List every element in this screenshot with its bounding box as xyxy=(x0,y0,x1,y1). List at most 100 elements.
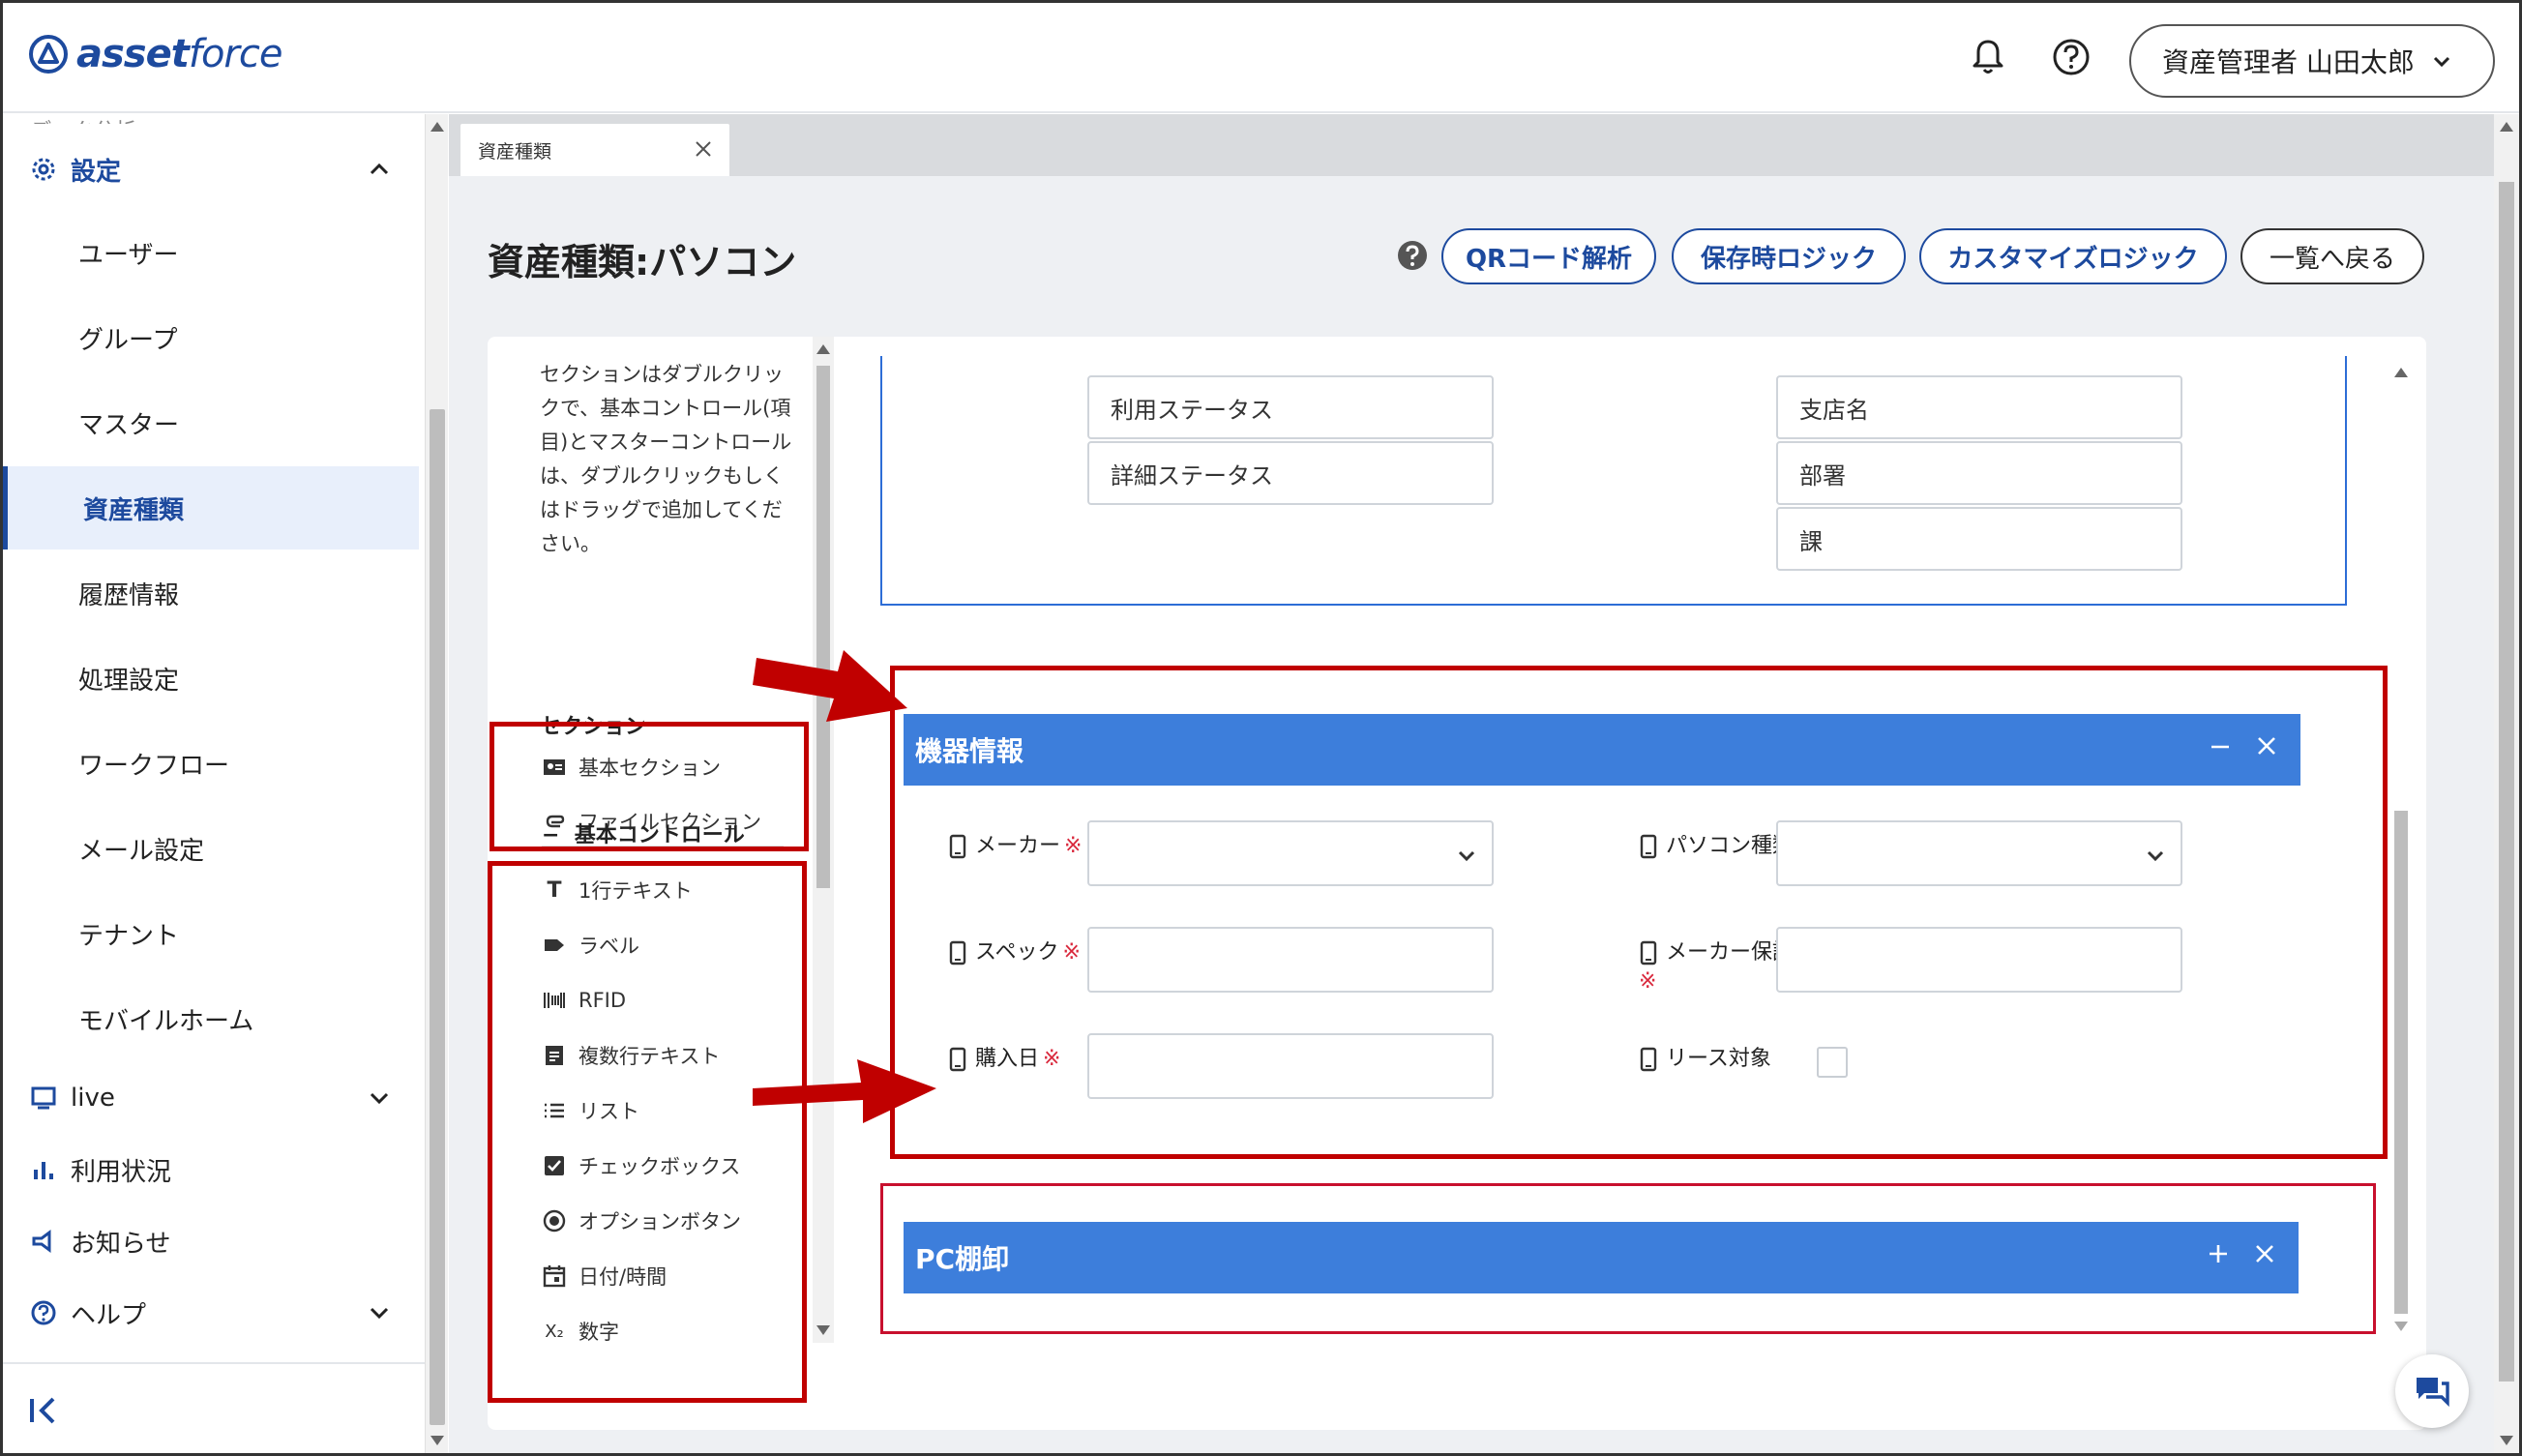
sidebar-label: ヘルプ xyxy=(71,1300,147,1330)
sidebar-scrollbar[interactable] xyxy=(425,114,448,1453)
mobile-icon xyxy=(1640,940,1657,966)
section-header-device[interactable]: 機器情報 xyxy=(904,714,2300,786)
question-icon[interactable] xyxy=(1397,240,1428,271)
sidebar-label-settings: 設定 xyxy=(71,157,122,187)
field-label: 購入日 xyxy=(975,1047,1040,1071)
sidebar-item-data-analysis[interactable]: データ分析 xyxy=(30,114,136,124)
user-menu-button[interactable]: 資産管理者 山田太郎 xyxy=(2129,24,2495,98)
chat-support-button[interactable] xyxy=(2395,1354,2469,1428)
palette-scrollbar[interactable] xyxy=(813,337,834,1343)
chevron-down-icon xyxy=(2147,850,2164,862)
field-department[interactable]: 部署 xyxy=(1776,441,2182,505)
tab-asset-types[interactable]: 資産種類 xyxy=(460,124,729,176)
input-purchase-date[interactable] xyxy=(1087,1033,1494,1099)
asset-force-logo[interactable]: assetforce xyxy=(28,32,282,76)
select-pc-type[interactable] xyxy=(1776,820,2182,886)
scrollbar-thumb[interactable] xyxy=(2394,811,2408,1314)
section-header-pc-inventory[interactable]: PC棚卸 xyxy=(904,1222,2299,1293)
expand-plus-icon[interactable] xyxy=(2204,1239,2233,1268)
mobile-icon xyxy=(949,1047,966,1072)
scroll-down-arrow[interactable] xyxy=(2394,1322,2408,1331)
sidebar-label: ユーザー xyxy=(78,240,179,270)
label-maker: メーカー ※ xyxy=(948,832,1082,861)
sidebar-item-mobile-home[interactable]: モバイルホーム xyxy=(3,977,419,1060)
section-title: 機器情報 xyxy=(915,735,1024,767)
app-header: assetforce 資産管理者 山田太郎 xyxy=(3,3,2519,113)
mobile-icon xyxy=(949,940,966,966)
sidebar-label: 資産種類 xyxy=(83,495,185,525)
scroll-down-arrow[interactable] xyxy=(2500,1436,2513,1445)
scrollbar-thumb[interactable] xyxy=(816,366,830,888)
sidebar-item-asset-types[interactable]: 資産種類 xyxy=(3,466,419,550)
required-mark: ※ xyxy=(1064,834,1083,858)
input-warranty[interactable] xyxy=(1776,927,2182,993)
sidebar-item-settings[interactable]: 設定 xyxy=(3,128,419,211)
page-scrollbar[interactable] xyxy=(2494,114,2519,1453)
scroll-up-arrow[interactable] xyxy=(816,344,830,354)
sidebar-label: ワークフロー xyxy=(78,751,230,781)
control-palette: セクションはダブルクリックで、基本コントロール(項目)とマスターコントロールは、… xyxy=(488,337,846,1430)
tab-bar: 資産種類 xyxy=(449,114,2494,176)
sidebar-item-usage[interactable]: 利用状況 xyxy=(3,1134,419,1205)
label-lease: リース対象 xyxy=(1639,1045,1771,1074)
required-mark: ※ xyxy=(1043,1047,1061,1071)
required-mark: ※ xyxy=(1062,940,1081,965)
sidebar-item-groups[interactable]: グループ xyxy=(3,296,419,379)
sidebar-label: メール設定 xyxy=(78,836,205,866)
close-icon[interactable] xyxy=(2252,731,2281,760)
scroll-up-arrow[interactable] xyxy=(2394,368,2408,377)
canvas-scrollbar[interactable] xyxy=(2390,366,2412,1333)
sidebar-item-processing[interactable]: 処理設定 xyxy=(3,637,419,720)
user-name: 資産管理者 山田太郎 xyxy=(2162,46,2415,78)
gear-icon xyxy=(32,158,55,181)
scroll-up-arrow[interactable] xyxy=(430,122,444,132)
scroll-down-arrow[interactable] xyxy=(430,1436,444,1445)
qr-analysis-button[interactable]: QRコード解析 xyxy=(1441,228,1656,284)
minimize-icon[interactable] xyxy=(2206,731,2235,760)
chevron-down-icon xyxy=(370,1092,389,1105)
bar-chart-icon xyxy=(34,1162,53,1179)
layout-canvas: 利用ステータス 詳細ステータス 支店名 部署 課 機器情報 メーカー ※ パソコ… xyxy=(846,337,2426,1430)
scroll-up-arrow[interactable] xyxy=(2500,122,2513,132)
help-circle-icon[interactable] xyxy=(2052,38,2091,76)
chevron-down-icon xyxy=(370,1307,389,1320)
notification-bell-icon[interactable] xyxy=(1967,36,2009,78)
chevron-down-icon xyxy=(1458,850,1475,862)
checkbox-lease[interactable] xyxy=(1817,1047,1848,1078)
sidebar-item-workflow[interactable]: ワークフロー xyxy=(3,722,419,805)
sidebar-label: 利用状況 xyxy=(71,1157,172,1187)
sidebar-item-users[interactable]: ユーザー xyxy=(3,211,419,294)
scrollbar-thumb[interactable] xyxy=(430,409,445,1425)
sidebar-item-master[interactable]: マスター xyxy=(3,381,419,464)
input-spec[interactable] xyxy=(1087,927,1494,993)
field-label: メーカー xyxy=(975,834,1061,858)
sidebar-item-tenant[interactable]: テナント xyxy=(3,892,419,975)
collapse-sidebar-icon[interactable] xyxy=(26,1393,61,1428)
select-maker[interactable] xyxy=(1087,820,1494,886)
tab-label: 資産種類 xyxy=(478,140,552,163)
sidebar-item-notice[interactable]: お知らせ xyxy=(3,1205,419,1277)
page-title: 資産種類:パソコン xyxy=(488,241,797,283)
field-branch-name[interactable]: 支店名 xyxy=(1776,375,2182,439)
megaphone-icon xyxy=(32,1230,51,1253)
sidebar-label: live xyxy=(71,1084,115,1113)
field-usage-status[interactable]: 利用ステータス xyxy=(1087,375,1494,439)
close-tab-icon[interactable] xyxy=(693,138,714,160)
label-purchase-date: 購入日 ※ xyxy=(948,1045,1060,1074)
drag-arrow-control-icon xyxy=(753,1059,936,1123)
sidebar-item-live[interactable]: live xyxy=(3,1062,419,1134)
scrollbar-thumb[interactable] xyxy=(2499,182,2514,1382)
close-icon[interactable] xyxy=(2250,1239,2279,1268)
save-logic-button[interactable]: 保存時ロジック xyxy=(1672,228,1906,284)
sidebar-item-mail[interactable]: メール設定 xyxy=(3,807,419,890)
sidebar-item-history[interactable]: 履歴情報 xyxy=(3,551,419,635)
field-section[interactable]: 課 xyxy=(1776,507,2182,571)
sidebar-label: グループ xyxy=(78,325,178,355)
sidebar-item-help[interactable]: ヘルプ xyxy=(3,1277,419,1349)
back-to-list-button[interactable]: 一覧へ戻る xyxy=(2240,228,2424,284)
scroll-down-arrow[interactable] xyxy=(816,1325,830,1335)
chevron-down-icon xyxy=(2433,56,2449,68)
customize-logic-button[interactable]: カスタマイズロジック xyxy=(1919,228,2227,284)
sidebar: データ分析 設定 ユーザー グループ マスター 資産種類 履歴情報 処理設定 ワ… xyxy=(3,114,425,1453)
field-detail-status[interactable]: 詳細ステータス xyxy=(1087,441,1494,505)
